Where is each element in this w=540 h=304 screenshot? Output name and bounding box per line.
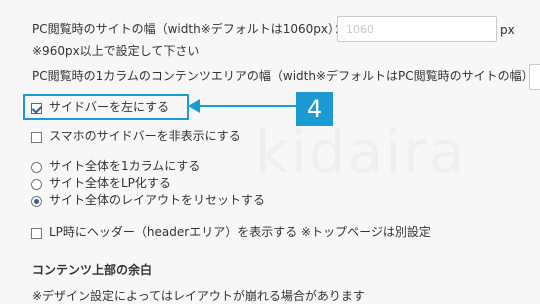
annotation-highlight bbox=[23, 94, 189, 120]
one-column-width-label: PC閲覧時の1カラムのコンテンツエリアの幅（width※デフォルトはPC閲覧時の… bbox=[32, 69, 540, 83]
watermark: kidaira bbox=[255, 118, 467, 186]
pc-width-unit: px bbox=[500, 23, 515, 37]
annotation-arrow-line bbox=[199, 105, 297, 107]
one-column-width-input[interactable] bbox=[529, 64, 540, 90]
hide-mobile-sidebar-checkbox[interactable] bbox=[31, 132, 42, 143]
radio-one-column[interactable] bbox=[31, 162, 42, 173]
pc-width-input[interactable] bbox=[337, 16, 497, 42]
annotation-arrow-icon bbox=[188, 99, 200, 113]
pc-width-note: ※960px以上で設定して下さい bbox=[32, 44, 200, 58]
radio-one-column-label: サイト全体を1カラムにする bbox=[49, 159, 201, 173]
lp-header-checkbox[interactable] bbox=[31, 228, 42, 239]
settings-panel: kidaira PC閲覧時のサイトの幅（width※デフォルトは1060px）：… bbox=[0, 0, 540, 304]
section-note: ※デザイン設定によってはレイアウトが崩れる場合があります bbox=[32, 289, 365, 303]
radio-reset-layout[interactable] bbox=[31, 196, 42, 207]
radio-lp-label: サイト全体をLP化する bbox=[49, 176, 171, 190]
lp-header-label: LP時にヘッダー（headerエリア）を表示する ※トップページは別設定 bbox=[49, 225, 431, 239]
step-number-badge: 4 bbox=[296, 92, 333, 126]
pc-width-label: PC閲覧時のサイトの幅（width※デフォルトは1060px）： bbox=[32, 22, 347, 36]
radio-reset-layout-label: サイト全体のレイアウトをリセットする bbox=[49, 193, 266, 207]
section-heading: コンテンツ上部の余白 bbox=[32, 263, 153, 277]
hide-mobile-sidebar-label: スマホのサイドバーを非表示にする bbox=[49, 129, 241, 143]
radio-lp[interactable] bbox=[31, 179, 42, 190]
